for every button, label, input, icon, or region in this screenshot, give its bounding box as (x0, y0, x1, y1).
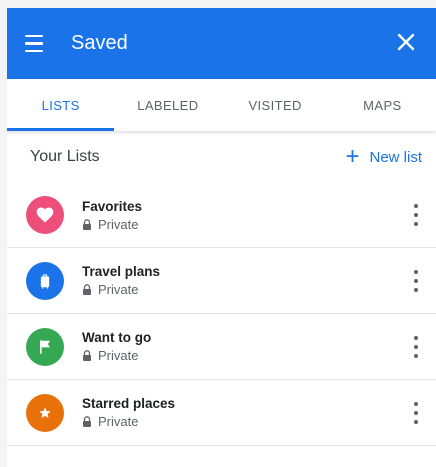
list-item-want-to-go[interactable]: Want to go Private (7, 314, 436, 380)
more-options-icon[interactable] (412, 401, 420, 424)
list-item-starred-places[interactable]: Starred places Private (7, 380, 436, 446)
new-list-label: New list (369, 148, 422, 166)
plus-icon: + (345, 143, 360, 170)
lock-icon (83, 416, 91, 427)
star-icon (26, 393, 64, 432)
flag-icon (26, 327, 64, 366)
section-title: Your Lists (30, 148, 100, 165)
suitcase-icon (26, 261, 64, 300)
menu-icon[interactable] (25, 33, 51, 55)
list-name: Starred places (82, 396, 176, 411)
heart-icon (26, 196, 64, 234)
section-header: Your Lists + New list (7, 131, 436, 183)
new-list-button[interactable]: + New list (345, 145, 422, 169)
more-options-icon[interactable] (412, 204, 420, 226)
tab-visited[interactable]: VISITED (222, 79, 329, 131)
app-bar: Saved (7, 8, 436, 79)
lock-icon (83, 218, 91, 230)
lock-icon (83, 284, 91, 295)
list-name: Travel plans (82, 264, 161, 279)
tab-bar: LISTS LABELED VISITED MAPS (7, 79, 436, 131)
privacy-label: Private (98, 216, 139, 232)
list-name: Favorites (82, 198, 143, 214)
list-item-travel-plans[interactable]: Travel plans Private (7, 248, 436, 314)
tab-labeled[interactable]: LABELED (114, 79, 221, 131)
saved-panel: Saved LISTS LABELED VISITED MAPS Your Li… (7, 8, 436, 467)
privacy-label: Private (98, 414, 139, 429)
lock-icon (83, 350, 91, 361)
privacy-label: Private (98, 348, 139, 363)
page-title: Saved (71, 32, 128, 54)
lists-container: Favorites Private Travel plans Private W… (7, 183, 436, 446)
privacy-label: Private (98, 282, 139, 297)
tab-lists[interactable]: LISTS (7, 79, 115, 131)
tab-maps[interactable]: MAPS (329, 79, 436, 131)
list-name: Want to go (82, 330, 152, 345)
more-options-icon[interactable] (412, 335, 420, 358)
close-icon[interactable] (394, 30, 418, 54)
more-options-icon[interactable] (412, 269, 420, 292)
list-item-favorites[interactable]: Favorites Private (7, 183, 436, 248)
